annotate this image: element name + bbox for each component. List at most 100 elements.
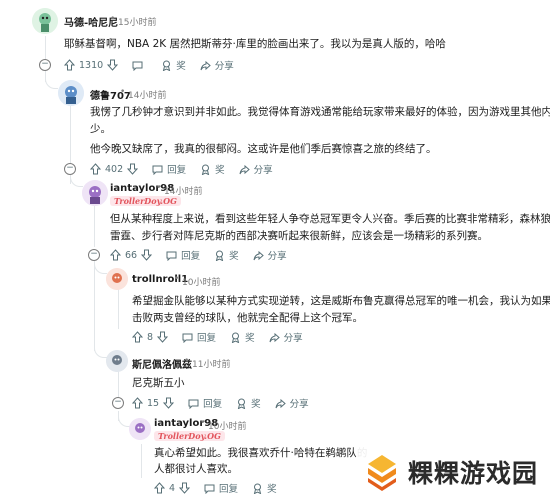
award-button[interactable]: 奖 (161, 58, 186, 72)
upvote-icon[interactable] (64, 59, 75, 71)
timestamp: 11小时前 (192, 360, 231, 370)
award-label: 奖 (245, 333, 255, 344)
downvote-icon[interactable] (163, 397, 175, 409)
vote-count: 8 (147, 331, 154, 343)
downvote-icon[interactable] (179, 482, 191, 494)
share-button[interactable]: 分享 (200, 58, 234, 72)
comment-body-line: 但从某种程度上来说，看到这些年轻人争夺总冠军更令人兴奋。季后赛的比赛非常精彩，森… (110, 213, 550, 225)
separator-dot: • (184, 356, 190, 366)
share-label: 分享 (267, 251, 287, 262)
watermark-text: 粿粿游戏园 (408, 458, 539, 488)
reply-button[interactable]: 回复 (182, 330, 216, 344)
separator-dot: • (200, 418, 206, 428)
comment-actions: 402 回复 奖 分享 (90, 161, 287, 177)
thread-line[interactable] (118, 289, 119, 329)
comment-body-line: 少。 (90, 123, 111, 135)
reply-label: 回复 (167, 165, 187, 176)
avatar[interactable] (58, 80, 84, 106)
username[interactable]: 斯尼佩洛佩兹 (132, 356, 192, 371)
reply-label: 回复 (219, 484, 239, 495)
award-label: 奖 (176, 61, 186, 72)
reply-button[interactable]: 回复 (188, 396, 222, 410)
upvote-icon[interactable] (90, 163, 101, 175)
reply-button[interactable] (132, 60, 147, 71)
vote-control: 402 (90, 163, 139, 175)
username[interactable]: trollnroll1 (132, 274, 188, 285)
collapse-icon[interactable]: − (88, 249, 100, 261)
share-label: 分享 (214, 61, 234, 72)
comment-actions: 15 回复 奖 分享 (132, 395, 323, 411)
reply-label: 回复 (181, 251, 201, 262)
collapse-icon[interactable]: − (64, 163, 76, 175)
award-icon (252, 483, 263, 494)
comment-icon (152, 164, 163, 175)
upvote-icon[interactable] (132, 331, 143, 343)
thread-line[interactable] (70, 106, 71, 164)
avatar[interactable] (106, 268, 128, 290)
comment-icon (204, 483, 215, 494)
downvote-icon[interactable] (157, 331, 169, 343)
reply-button[interactable]: 回复 (166, 248, 200, 262)
award-label: 奖 (215, 165, 225, 176)
thread-line[interactable] (94, 205, 95, 247)
comment-body-line: 雷霆、步行者对阵尼克斯的西部决赛听起来很新鲜，应该会是一场精彩的系列赛。 (110, 230, 488, 242)
upvote-icon[interactable] (154, 482, 165, 494)
separator-dot: • (110, 14, 116, 24)
award-label: 奖 (229, 251, 239, 262)
thread-branch (94, 263, 107, 274)
timestamp: 14小时前 (128, 91, 167, 101)
reply-button[interactable]: 回复 (204, 481, 238, 495)
share-icon (200, 60, 211, 71)
upvote-icon[interactable] (110, 249, 121, 261)
award-label: 奖 (267, 484, 277, 495)
thread-branch (94, 347, 107, 358)
vote-count: 66 (125, 249, 138, 261)
comment-body: 耶稣基督啊，NBA 2K 居然把斯蒂芬·库里的脸画出来了。我以为是真人版的，哈哈 (64, 38, 446, 50)
award-button[interactable]: 奖 (214, 248, 239, 262)
collapse-icon[interactable]: − (112, 397, 124, 409)
avatar[interactable] (32, 8, 58, 34)
award-icon (214, 250, 225, 261)
award-label: 奖 (251, 399, 261, 410)
downvote-icon[interactable] (127, 163, 139, 175)
share-icon (275, 398, 286, 409)
award-button[interactable]: 奖 (200, 162, 225, 176)
share-label: 分享 (289, 399, 309, 410)
vote-count: 1310 (79, 59, 104, 71)
comment-actions: 66 回复 奖 分享 (110, 247, 301, 263)
award-button[interactable]: 奖 (252, 481, 277, 495)
comment-body-line: 他今晚又缺席了，我真的很郁闷。这或许是他们季后赛惊喜之旅的终结了。 (90, 143, 437, 155)
share-button[interactable]: 分享 (239, 162, 273, 176)
thread-line[interactable] (94, 261, 95, 351)
comment-body-line: 希望掘金队能够以某种方式实现逆转，这是威斯布鲁克赢得总冠军的唯一机会，我认为如果… (132, 295, 550, 307)
award-button[interactable]: 奖 (236, 396, 261, 410)
vote-control: 1310 (64, 59, 119, 71)
collapse-icon[interactable]: − (39, 59, 51, 71)
vote-count: 15 (147, 397, 160, 409)
downvote-icon[interactable] (141, 249, 153, 261)
comment-actions: 4 回复 奖 (154, 480, 291, 496)
downvote-icon[interactable] (107, 59, 119, 71)
share-button[interactable]: 分享 (253, 248, 287, 262)
comment-actions: 1310 奖 分享 (64, 57, 248, 73)
separator-dot: • (156, 183, 162, 193)
avatar[interactable] (82, 180, 108, 206)
thread-line[interactable] (141, 444, 142, 478)
share-label: 分享 (283, 333, 303, 344)
award-button[interactable]: 奖 (230, 330, 255, 344)
share-button[interactable]: 分享 (275, 396, 309, 410)
upvote-icon[interactable] (132, 397, 143, 409)
comment-icon (166, 250, 177, 261)
avatar[interactable] (106, 350, 128, 372)
avatar[interactable] (129, 418, 151, 440)
share-button[interactable]: 分享 (269, 330, 303, 344)
comment-body-line: 人都很讨人喜欢。 (154, 463, 238, 475)
separator-dot: • (120, 87, 126, 97)
share-label: 分享 (253, 165, 273, 176)
thread-branch (45, 78, 58, 89)
timestamp: 15小时前 (118, 18, 157, 28)
reply-button[interactable]: 回复 (152, 162, 186, 176)
award-icon (161, 60, 172, 71)
thread-line[interactable] (118, 371, 119, 397)
vote-count: 402 (105, 163, 124, 175)
